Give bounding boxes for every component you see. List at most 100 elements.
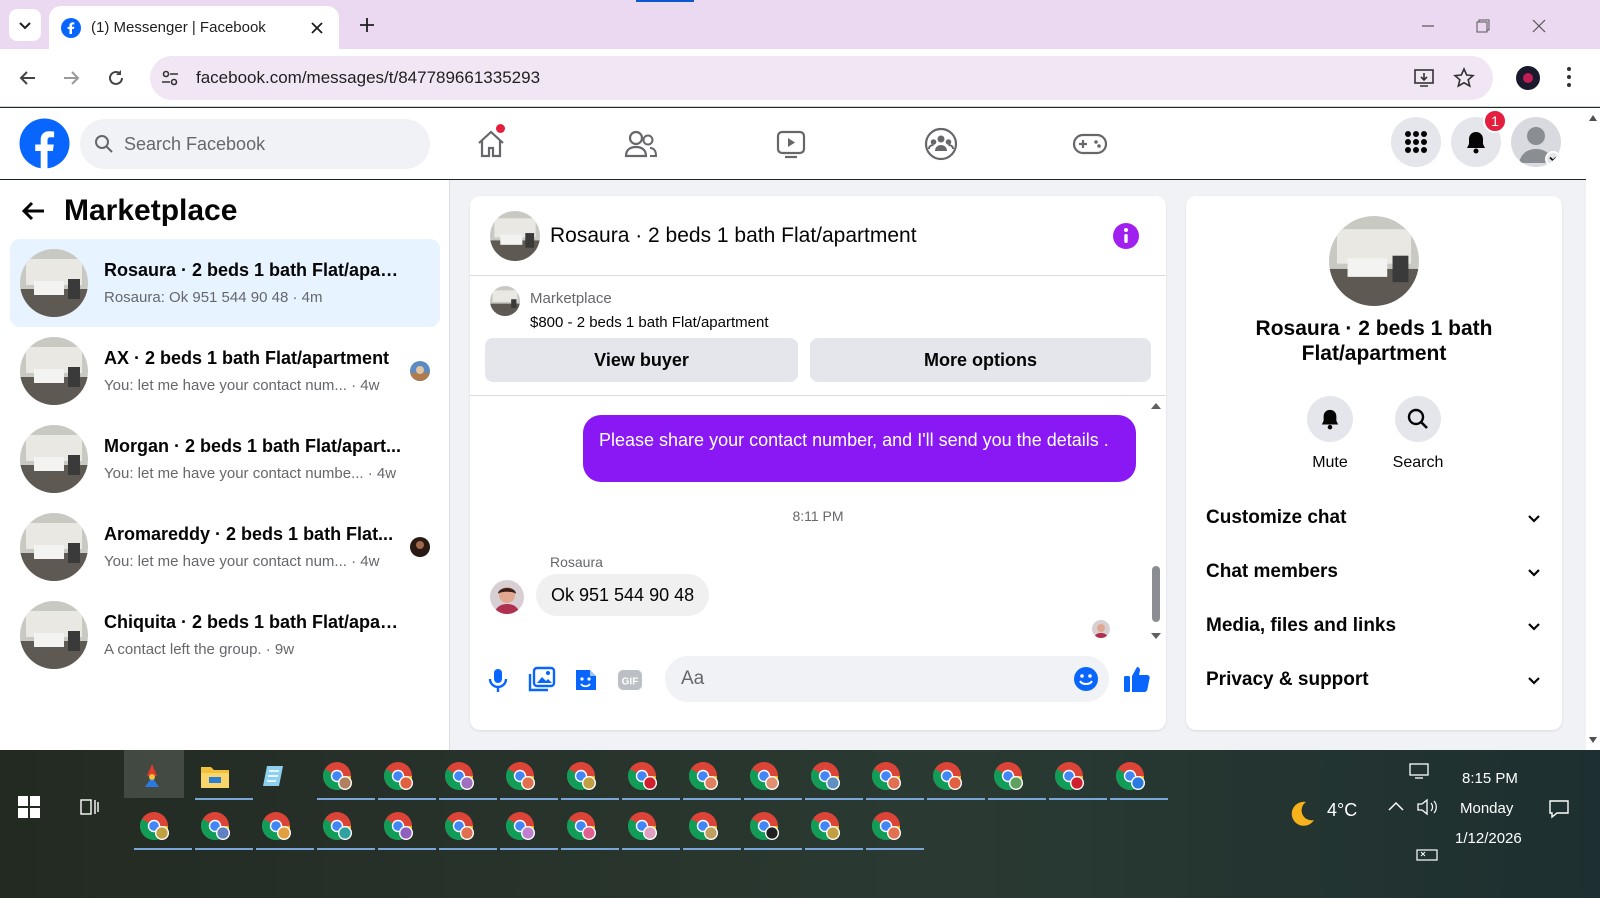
conversation-item[interactable]: Rosaura · 2 beds 1 bath Flat/apart... Ro…	[10, 239, 440, 327]
chrome-taskbar-icon[interactable]	[742, 804, 802, 850]
forward-button[interactable]	[56, 63, 86, 93]
thumbs-up-icon[interactable]	[1122, 664, 1152, 694]
task-view-icon[interactable]	[78, 796, 100, 818]
notification-center-icon[interactable]	[1548, 798, 1570, 820]
chrome-taskbar-icon[interactable]	[315, 804, 375, 850]
nav-home[interactable]	[461, 122, 521, 166]
scroll-thumb[interactable]	[1152, 566, 1160, 622]
bookmark-star-icon[interactable]	[1453, 67, 1475, 89]
chrome-taskbar-icon[interactable]	[437, 804, 497, 850]
emoji-icon[interactable]	[1073, 666, 1099, 692]
notifications-button[interactable]: 1	[1451, 109, 1507, 167]
reload-button[interactable]	[101, 63, 131, 93]
outgoing-message[interactable]: Please share your contact number, and I'…	[583, 415, 1136, 482]
address-bar[interactable]: facebook.com/messages/t/847789661335293	[150, 56, 1493, 100]
browser-menu-icon[interactable]	[1566, 66, 1572, 88]
chrome-taskbar-icon[interactable]	[315, 754, 375, 800]
facebook-logo-icon[interactable]	[19, 118, 70, 169]
incoming-message[interactable]: Ok 951 544 90 48	[536, 574, 710, 616]
section-customize-chat[interactable]: Customize chat	[1206, 498, 1542, 538]
chrome-taskbar-icon[interactable]	[681, 754, 741, 800]
file-explorer-icon[interactable]	[193, 754, 253, 800]
browser-tab[interactable]: (1) Messenger | Facebook	[49, 6, 339, 49]
display-icon[interactable]	[1408, 762, 1430, 780]
chrome-taskbar-icon[interactable]	[498, 804, 558, 850]
search-action[interactable]: Search	[1378, 396, 1458, 472]
section-media-files-links[interactable]: Media, files and links	[1206, 606, 1542, 646]
sender-avatar[interactable]	[490, 580, 524, 614]
chrome-taskbar-icon[interactable]	[620, 754, 680, 800]
section-chat-members[interactable]: Chat members	[1206, 552, 1542, 592]
clock-time[interactable]: 8:15 PM	[1462, 770, 1518, 787]
chrome-taskbar-icon[interactable]	[132, 804, 192, 850]
chrome-taskbar-icon[interactable]	[864, 754, 924, 800]
chrome-taskbar-icon[interactable]	[803, 804, 863, 850]
chrome-taskbar-icon[interactable]	[1047, 754, 1107, 800]
tab-search-button[interactable]	[9, 9, 41, 41]
view-buyer-button[interactable]: View buyer	[485, 338, 798, 382]
clock-day[interactable]: Monday	[1460, 800, 1513, 817]
volume-icon[interactable]	[1416, 798, 1440, 816]
chevron-up-icon[interactable]	[1387, 800, 1405, 812]
conversation-item[interactable]: Chiquita · 2 beds 1 bath Flat/apart... A…	[10, 591, 440, 679]
notepad-icon[interactable]	[253, 754, 297, 798]
clock-date[interactable]: 1/12/2026	[1455, 830, 1522, 847]
chrome-taskbar-icon[interactable]	[559, 754, 619, 800]
chrome-taskbar-icon[interactable]	[437, 754, 497, 800]
weather-moon-icon[interactable]	[1286, 798, 1318, 830]
sticker-icon[interactable]	[572, 666, 600, 694]
conversation-item[interactable]: AX · 2 beds 1 bath Flat/apartment You: l…	[10, 327, 440, 415]
nav-friends[interactable]	[611, 122, 671, 166]
mute-action[interactable]: Mute	[1290, 396, 1370, 472]
listing-price[interactable]: $800 - 2 beds 1 bath Flat/apartment	[530, 314, 768, 331]
message-input[interactable]	[681, 668, 1041, 690]
info-icon[interactable]	[1112, 222, 1140, 250]
back-button[interactable]	[13, 63, 43, 93]
account-button[interactable]	[1511, 117, 1561, 167]
message-input-wrapper[interactable]	[665, 656, 1109, 702]
facebook-search[interactable]	[80, 119, 430, 169]
details-avatar[interactable]	[1329, 216, 1419, 306]
chrome-taskbar-icon[interactable]	[254, 804, 314, 850]
windows-start-icon[interactable]	[18, 796, 40, 818]
conversation-item[interactable]: Morgan · 2 beds 1 bath Flat/apart... You…	[10, 415, 440, 503]
chat-avatar[interactable]	[490, 210, 540, 261]
nav-groups[interactable]	[911, 122, 971, 166]
install-app-icon[interactable]	[1413, 67, 1435, 89]
chrome-taskbar-icon[interactable]	[742, 754, 802, 800]
chrome-taskbar-icon[interactable]	[376, 754, 436, 800]
gif-icon[interactable]: GIF	[616, 666, 644, 694]
minimize-button[interactable]	[1416, 14, 1440, 38]
nav-video[interactable]	[761, 122, 821, 166]
page-scrollbar[interactable]	[1586, 108, 1600, 750]
restore-button[interactable]	[1471, 14, 1495, 38]
chrome-taskbar-icon[interactable]	[376, 804, 436, 850]
chrome-taskbar-icon[interactable]	[925, 754, 985, 800]
chrome-taskbar-icon[interactable]	[803, 754, 863, 800]
chat-title[interactable]: Rosaura · 2 beds 1 bath Flat/apartment	[550, 224, 917, 248]
chrome-taskbar-icon[interactable]	[681, 804, 741, 850]
taskbar-app-icon[interactable]	[130, 754, 174, 798]
chrome-taskbar-icon[interactable]	[559, 804, 619, 850]
chrome-taskbar-icon[interactable]	[864, 804, 924, 850]
chrome-taskbar-icon[interactable]	[1108, 754, 1168, 800]
more-options-button[interactable]: More options	[810, 338, 1151, 382]
tab-close-icon[interactable]	[307, 18, 327, 38]
photo-icon[interactable]	[528, 666, 556, 694]
site-settings-icon[interactable]	[160, 68, 180, 88]
facebook-search-input[interactable]	[124, 133, 404, 155]
nav-gaming[interactable]	[1060, 122, 1120, 166]
new-tab-button[interactable]	[354, 12, 380, 38]
chrome-taskbar-icon[interactable]	[986, 754, 1046, 800]
close-window-button[interactable]	[1527, 14, 1551, 38]
section-privacy-support[interactable]: Privacy & support	[1206, 660, 1542, 700]
back-arrow-icon[interactable]	[20, 200, 46, 222]
chat-scrollbar[interactable]	[1150, 401, 1162, 641]
microphone-icon[interactable]	[484, 666, 512, 694]
menu-button[interactable]	[1391, 117, 1441, 167]
profile-avatar-icon[interactable]	[1516, 66, 1540, 90]
chrome-taskbar-icon[interactable]	[193, 804, 253, 850]
chrome-taskbar-icon[interactable]	[498, 754, 558, 800]
weather-temp[interactable]: 4°C	[1327, 798, 1357, 822]
keyboard-icon[interactable]	[1416, 848, 1438, 862]
